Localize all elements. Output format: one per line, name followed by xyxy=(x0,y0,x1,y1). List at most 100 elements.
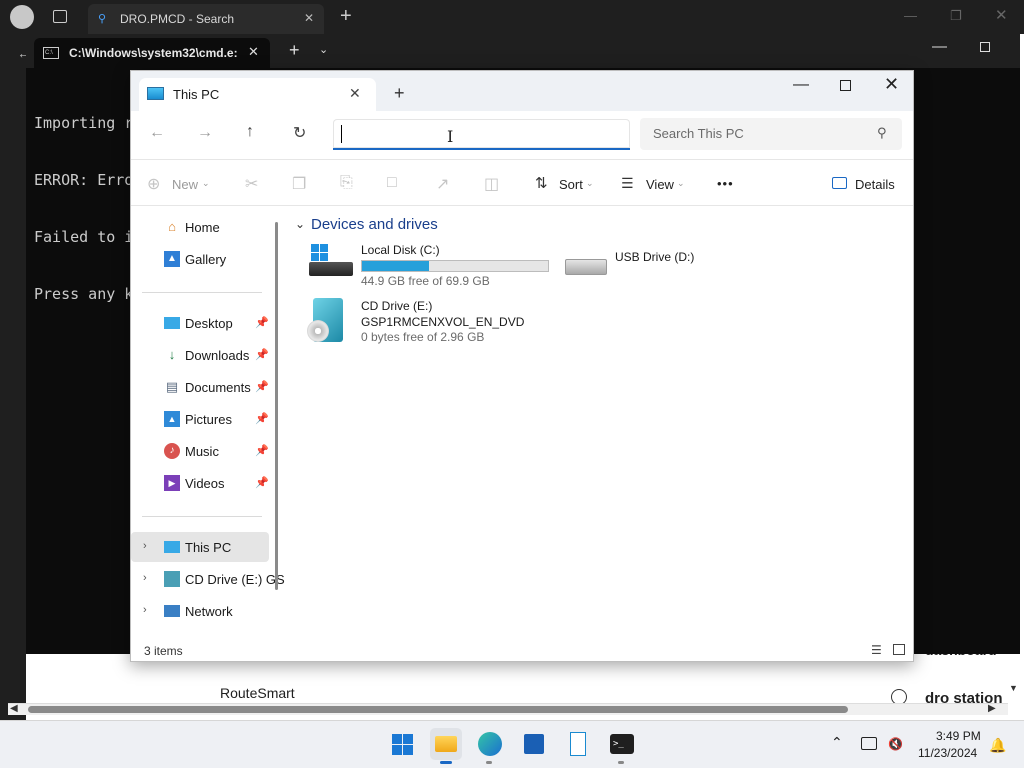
browser-tab-close-button[interactable]: ✕ xyxy=(304,11,314,25)
sidebar-item-gallery[interactable]: ▲ Gallery xyxy=(131,244,269,274)
details-button[interactable]: Details xyxy=(855,177,895,192)
profile-avatar-icon[interactable] xyxy=(10,5,34,29)
view-button[interactable]: View xyxy=(646,177,674,192)
sidebar-item-network[interactable]: › Network xyxy=(131,596,269,626)
browser-new-tab-button[interactable]: + xyxy=(340,5,352,28)
pictures-icon: ▲ xyxy=(164,411,180,427)
sidebar-item-home[interactable]: ⌂ Home xyxy=(131,212,269,242)
notification-bell-icon[interactable]: 🔔 xyxy=(989,737,1006,754)
sidebar-item-documents[interactable]: ▤ Documents 📌 xyxy=(131,372,269,402)
browser-close-icon[interactable]: ✕ xyxy=(995,6,1008,24)
pin-icon[interactable]: 📌 xyxy=(255,380,269,393)
cut-icon[interactable]: ✂ xyxy=(245,174,258,194)
explorer-close-button[interactable]: ✕ xyxy=(884,74,899,95)
terminal-maximize-icon[interactable] xyxy=(980,42,990,52)
active-app-indicator xyxy=(440,761,452,764)
refresh-icon[interactable]: ↻ xyxy=(293,123,306,143)
new-button[interactable]: New xyxy=(172,177,198,192)
sidebar-divider xyxy=(142,516,262,517)
taskbar-file-explorer[interactable] xyxy=(430,728,462,760)
taskbar-notepad[interactable] xyxy=(562,728,594,760)
clock-time[interactable]: 3:49 PM xyxy=(936,729,981,743)
cd-drive-icon xyxy=(164,571,180,587)
drive-e-tile[interactable] xyxy=(307,298,347,346)
terminal-dropdown-button[interactable]: ⌄ xyxy=(319,43,328,56)
up-icon[interactable]: ↑ xyxy=(246,123,254,141)
copy-icon[interactable]: ❐ xyxy=(292,174,306,194)
terminal-icon: >_ xyxy=(610,734,634,754)
sidebar-item-desktop[interactable]: Desktop 📌 xyxy=(131,308,269,338)
terminal-minimize-icon[interactable]: — xyxy=(932,38,947,55)
pin-icon[interactable]: 📌 xyxy=(255,476,269,489)
routesmart-link[interactable]: RouteSmart xyxy=(220,685,295,701)
taskbar-edge[interactable] xyxy=(474,728,506,760)
network-status-icon[interactable] xyxy=(861,737,877,750)
pin-icon[interactable]: 📌 xyxy=(255,348,269,361)
browser-minimize-icon[interactable]: — xyxy=(904,8,917,23)
horizontal-scrollbar-thumb[interactable] xyxy=(28,706,848,713)
terminal-tab[interactable]: C:\ C:\Windows\system32\cmd.e: ✕ xyxy=(34,38,270,68)
sort-button[interactable]: Sort xyxy=(559,177,583,192)
tiles-view-icon[interactable] xyxy=(893,644,905,655)
sidebar-item-label: Desktop xyxy=(185,316,233,331)
explorer-maximize-button[interactable] xyxy=(840,80,851,91)
home-icon: ⌂ xyxy=(168,219,176,234)
cmd-icon: C:\ xyxy=(43,47,59,59)
start-button[interactable] xyxy=(392,734,413,755)
sidebar-item-downloads[interactable]: ↓ Downloads 📌 xyxy=(131,340,269,370)
clock-date[interactable]: 11/23/2024 xyxy=(918,746,977,760)
pin-icon[interactable]: 📌 xyxy=(255,412,269,425)
rename-icon[interactable]: □ xyxy=(387,174,397,192)
scroll-right-icon[interactable]: ▶ xyxy=(988,703,996,714)
details-pane-icon xyxy=(832,177,847,189)
item-count: 3 items xyxy=(144,644,183,658)
chevron-right-icon[interactable]: › xyxy=(143,540,147,552)
drive-c-tile[interactable] xyxy=(309,244,355,280)
sidebar-item-pictures[interactable]: ▲ Pictures 📌 xyxy=(131,404,269,434)
search-box[interactable]: Search This PC ⚲ xyxy=(640,118,902,150)
chevron-right-icon[interactable]: › xyxy=(143,604,147,616)
sidebar-divider xyxy=(142,292,262,293)
sidebar-item-videos[interactable]: ▶ Videos 📌 xyxy=(131,468,269,498)
sidebar-item-cd-drive[interactable]: › CD Drive (E:) GS xyxy=(131,564,285,594)
pin-icon[interactable]: 📌 xyxy=(255,316,269,329)
forward-icon[interactable]: → xyxy=(197,124,213,142)
pin-icon[interactable]: 📌 xyxy=(255,444,269,457)
sidebar-scrollbar[interactable] xyxy=(275,222,278,590)
share-icon[interactable]: ↗ xyxy=(436,174,449,194)
paste-icon[interactable]: ⎘ xyxy=(340,174,353,192)
terminal-line: Press any k xyxy=(34,285,134,303)
taskbar-terminal[interactable]: >_ xyxy=(606,728,638,760)
browser-restore-icon[interactable]: ❐ xyxy=(950,8,962,24)
tab-actions-icon[interactable] xyxy=(53,10,67,23)
browser-tab[interactable]: ⚲ DRO.PMCD - Search ✕ xyxy=(88,4,324,34)
this-pc-icon xyxy=(164,541,180,553)
delete-icon[interactable]: ◫ xyxy=(484,174,499,194)
explorer-new-tab-button[interactable]: + xyxy=(394,83,405,104)
group-header-devices[interactable]: Devices and drives xyxy=(311,216,438,233)
volume-muted-icon[interactable]: 🔇 xyxy=(888,737,903,751)
drive-c-free-space: 44.9 GB free of 69.9 GB xyxy=(361,274,490,288)
chevron-down-icon[interactable]: ⌄ xyxy=(295,217,305,231)
address-input[interactable] xyxy=(333,119,630,150)
terminal-tab-close-button[interactable]: ✕ xyxy=(248,44,259,60)
explorer-minimize-button[interactable]: — xyxy=(793,76,809,94)
see-more-button[interactable]: ••• xyxy=(717,176,734,191)
details-view-icon[interactable]: ☰ xyxy=(871,643,882,657)
explorer-tab-close-button[interactable]: ✕ xyxy=(349,85,361,102)
sidebar-item-music[interactable]: ♪ Music 📌 xyxy=(131,436,269,466)
scroll-left-icon[interactable]: ◀ xyxy=(10,703,18,714)
view-icon: ☰ xyxy=(621,175,634,191)
search-icon: ⚲ xyxy=(98,13,107,25)
terminal-line: ERROR: Erro xyxy=(34,171,134,189)
terminal-new-tab-button[interactable]: + xyxy=(289,40,300,61)
taskbar-store[interactable] xyxy=(518,728,550,760)
drive-d-tile[interactable] xyxy=(565,255,607,277)
back-icon[interactable]: ← xyxy=(149,124,165,142)
sidebar-item-this-pc[interactable]: › This PC xyxy=(131,532,269,562)
chevron-right-icon[interactable]: › xyxy=(143,572,147,584)
explorer-tab[interactable]: This PC ✕ xyxy=(139,78,376,111)
sidebar-item-label: Documents xyxy=(185,380,251,395)
show-hidden-icons-chevron-icon[interactable]: ⌃ xyxy=(831,734,843,751)
scroll-down-icon[interactable]: ▼ xyxy=(1009,683,1018,693)
